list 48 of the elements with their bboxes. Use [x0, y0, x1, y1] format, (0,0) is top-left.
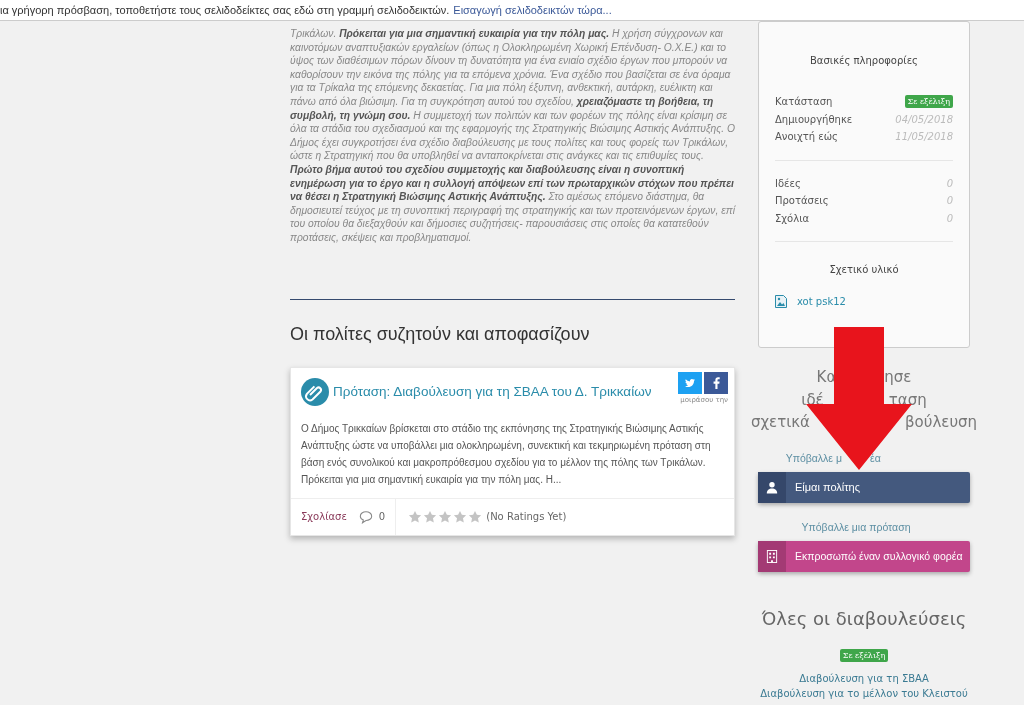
- status-badge: Σε εξέλιξη: [839, 648, 889, 662]
- count-label: Προτάσεις: [775, 195, 829, 207]
- count-label: Σχόλια: [775, 212, 810, 224]
- detail-label: Κατάσταση: [775, 96, 833, 108]
- submit-link[interactable]: έα: [870, 451, 881, 464]
- comment-link[interactable]: Σχολίασε: [301, 511, 347, 522]
- heading-fragment: σχετικά: [750, 412, 810, 433]
- person-icon: [766, 480, 778, 494]
- bookmarks-message: ια γρήγορη πρόσβαση, τοποθετήστε τους σελιδοδείκτες σας εδώ στη γραμμή σελιδοδεικτών.: [0, 4, 450, 16]
- count-label: Ιδέες: [775, 177, 801, 189]
- consultation-link[interactable]: Διαβούλευση για το μέλλον του Κλειστού: [760, 687, 968, 699]
- submit-link[interactable]: Υπόβαλλε μια πρόταση: [801, 520, 911, 533]
- building-icon: [766, 549, 778, 563]
- paperclip-icon: [301, 377, 329, 406]
- proposal-excerpt: Ο Δήμος Τρικκαίων βρίσκεται στο στάδιο της εκπόνησης της Στρατηγικής Βιώσιμης Αστικής Ανάπτυξης ώστε να υποβάλλει μια ολοκληρωμένη, συνεκτική και τεκμηριωμένη πρόταση στη βάση ενός συνολικού και μακροπρόθεσμου σχεδίου για το μέλλον της πόλης των Τρικάλων. Πρόκειται για μια σημαντική ευκαιρία για την πόλη μας. Η...: [300, 421, 712, 487]
- detail-date: 11/05/2018: [895, 131, 953, 143]
- section-heading: Οι πολίτες συζητούν και αποφασίζουν: [290, 323, 591, 345]
- citizen-button[interactable]: Είμαι πολίτης: [758, 471, 970, 503]
- bird-icon: [684, 376, 696, 389]
- detail-label: Ανοιχτή εώς: [775, 131, 838, 143]
- description-text: Τρικάλων. Πρόκειται για μια σημαντική ευκαιρία για την πόλη μας. Η χρήση σύγχρονων και καινοτόμων αναπτυξιακών εργαλείων (όπως η Ολοκληρωμένη Χωρική Επένδυση- Ο.Χ.Ε.) και το ύψος των διαθέσιμων πόρων δίνουν τη δυνατότητα για ένα ενιαίο σχέδιο έργων που μπορούν να καθορίσουν την εικόνα της πόλης για τα επόμενα χρόνια. Ένα σχέδιο που βασίζεται σε ένα όραμα για τα Τρίκαλα της επόμενης δεκαετίας. Για μια πόλη έξυπνη, ανθεκτική, αυτάρκη, ευέλικτη και πάνω από όλα βιώσιμη. Για τη συγκρότηση αυτού του σχεδίου, χρειαζόμαστε τη βοήθεια, τη συμβολή, τη γνώμη σου. Η συμμετοχή των πολιτών και των φορέων της πόλης είναι κρίσιμη σε όλα τα στάδια του σχεδιασμού και της εφαρμογής της Στρατηγικής Βιώσιμης Αστικής Ανάπτυξης. Ο Δήμος έχει συγκροτήσει ένα σχέδιο διαβούλευσης με τους πολίτες και τους φορείς των Τρικάλων, ώστε η Στρατηγική που θα υποβληθεί να ανταποκρίνεται στις ανάγκες και τις επιθυμίες τους. Πρώτο βήμα αυτού του σχεδίου συμμετοχής και διαβούλευσης είναι η συνοπτική ενημέρωση για το έργο και η συλλογή απόψεων επί των πρωταρχικών στόχων που πρέπει να θέσει η Στρατηγική Βιώσιμης Αστικής Ανάπτυξης. Στο αμέσως επόμενο διάστημα, θα δημοσιευτεί τεύχος με τη συνοπτική περιγραφή της στρατηγικής και των προτεινόμενων έργων, επί του οποίου θα διεξαχθούν και δήμοσιες συζητήσεις- παρουσιάσεις στις οποίες θα κατατεθούν προτάσεις, σκέψεις και προβληματισμοί.: [290, 27, 735, 245]
- submit-link[interactable]: Υπόβαλλε μ: [785, 451, 842, 464]
- organization-button[interactable]: Εκπροσωπώ έναν συλλογικό φορέα: [758, 540, 970, 572]
- image-file-icon: [775, 295, 787, 308]
- detail-label: Δημιουργήθηκε: [775, 113, 853, 125]
- facebook-share-button[interactable]: [704, 371, 728, 394]
- material-link[interactable]: xot psk12: [797, 296, 846, 307]
- heading-fragment: βούλευση: [905, 412, 978, 433]
- consultation-link[interactable]: Διαβούλευση για τη ΣΒΑΑ: [799, 672, 929, 684]
- star-rating[interactable]: [408, 509, 483, 524]
- star-icon: [438, 509, 453, 524]
- f-letter-icon: [712, 376, 720, 389]
- proposal-title[interactable]: Πρόταση: Διαβούλευση για τη ΣΒΑΑ του Δ. Τρικκαίων: [333, 384, 652, 399]
- consultations-heading: Όλες οι διαβουλεύσεις: [760, 607, 968, 629]
- speech-bubble-icon: [358, 509, 373, 524]
- star-icon: [453, 509, 468, 524]
- import-bookmarks-link[interactable]: Εισαγωγή σελιδοδεικτών τώρα...: [453, 4, 612, 16]
- rating-text: (No Ratings Yet): [486, 511, 567, 522]
- heading-fragment: ησε: [884, 367, 912, 388]
- twitter-share-button[interactable]: [678, 371, 702, 394]
- star-icon: [423, 509, 438, 524]
- info-title: Βασικές πληροφορίες: [809, 55, 919, 66]
- star-icon: [408, 509, 423, 524]
- comment-count: 0: [378, 511, 386, 522]
- star-icon: [468, 509, 483, 524]
- materials-title: Σχετικό υλικό: [828, 264, 900, 275]
- detail-date: 04/05/2018: [895, 113, 953, 125]
- status-badge: Σε εξέλιξη: [904, 95, 953, 109]
